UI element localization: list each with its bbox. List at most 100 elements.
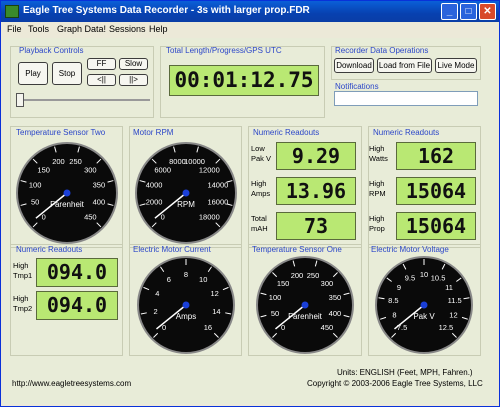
motor-current-gauge-unit-label: Amps bbox=[176, 312, 196, 321]
main-area: Playback Controls Play Stop FF Slow <|| … bbox=[3, 38, 497, 404]
temp-two-gauge-tick-label: 450 bbox=[84, 212, 97, 221]
motor-voltage-gauge-tick-label: 7.5 bbox=[397, 323, 407, 332]
motor-voltage-gauge-tick-label: 8.5 bbox=[388, 296, 398, 305]
motor-rpm-gauge: 0 2000 4000 6000 8000 10000 12000 14000 16000 180… bbox=[135, 142, 237, 244]
close-icon[interactable]: ✕ bbox=[479, 3, 496, 20]
motor-rpm-gauge-tick-label: 18000 bbox=[199, 212, 220, 221]
high-amps-label: High Amps bbox=[251, 179, 271, 198]
motor-voltage-title: Electric Motor Voltage bbox=[371, 245, 449, 254]
motor-current-gauge-tick-label: 4 bbox=[155, 289, 159, 298]
app-window: Eagle Tree Systems Data Recorder - 3s wi… bbox=[0, 0, 500, 407]
step-forward-button[interactable]: ||> bbox=[119, 74, 148, 86]
high-watts-readout: 162 bbox=[396, 142, 476, 170]
motor-rpm-gauge-tick-label: 14000 bbox=[207, 180, 228, 189]
high-tmp2-label: High Tmp2 bbox=[13, 294, 33, 313]
motor-voltage-gauge-tick-label: 11 bbox=[445, 283, 453, 292]
motor-rpm-gauge-tick-label: 2000 bbox=[146, 198, 163, 207]
playback-slider-thumb[interactable] bbox=[16, 93, 24, 107]
high-amps-readout: 13.96 bbox=[276, 177, 356, 205]
high-rpm-label: High RPM bbox=[369, 179, 386, 198]
notifications-title: Notifications bbox=[335, 82, 379, 91]
temp-one-gauge: 0 50 100 150 200 250 300 350 400 450 Farenheit bbox=[254, 256, 356, 354]
low-pak-v-label: Low Pak V bbox=[251, 144, 272, 163]
motor-rpm-gauge-dial: 0200040006000800010000120001400016000180… bbox=[135, 142, 237, 244]
motor-current-gauge: 0 2 4 6 8 10 12 14 16 Amps bbox=[135, 256, 237, 354]
motor-voltage-gauge-tick-label: 9 bbox=[397, 283, 401, 292]
title-bar: Eagle Tree Systems Data Recorder - 3s wi… bbox=[1, 1, 499, 22]
fast-forward-button[interactable]: FF bbox=[87, 58, 116, 70]
motor-rpm-gauge-hub bbox=[182, 189, 190, 197]
motor-rpm-gauge-tick-label: 4000 bbox=[146, 180, 163, 189]
temp-two-gauge-tick-label: 400 bbox=[93, 198, 106, 207]
website-link[interactable]: http://www.eagletreesystems.com bbox=[12, 379, 131, 388]
temp-one-gauge-tick-label: 400 bbox=[329, 309, 342, 318]
temp-one-gauge-tick-label: 100 bbox=[269, 293, 282, 302]
temp-two-gauge-tick-label: 150 bbox=[37, 166, 50, 175]
menu-tools[interactable]: Tools bbox=[28, 24, 49, 34]
menu-sessions[interactable]: Sessions bbox=[109, 24, 146, 34]
temp-two-gauge-dial: 050100150200 250300350400450Farenheit bbox=[16, 142, 118, 244]
motor-voltage-gauge-unit-label: Pak V bbox=[413, 312, 435, 321]
temp-one-gauge-tick-label: 450 bbox=[321, 323, 334, 332]
menu-file[interactable]: File bbox=[7, 24, 22, 34]
window-title: Eagle Tree Systems Data Recorder - 3s wi… bbox=[23, 5, 310, 16]
temp-one-title: Temperature Sensor One bbox=[252, 245, 342, 254]
temp-one-gauge-tick-label: 50 bbox=[271, 309, 279, 318]
high-prop-label: High Prop bbox=[369, 214, 385, 233]
motor-rpm-gauge-tick-label: 12000 bbox=[199, 166, 220, 175]
motor-current-gauge-dial: 0246810121416Amps bbox=[137, 256, 235, 354]
temp-two-gauge: 0 50 100 150 200 250 300 350 400 450 Farenheit bbox=[16, 142, 118, 244]
step-back-button[interactable]: <|| bbox=[87, 74, 116, 86]
temp-two-gauge-tick-label: 250 bbox=[69, 157, 82, 166]
play-button[interactable]: Play bbox=[18, 62, 48, 85]
motor-current-gauge-tick-label: 6 bbox=[167, 275, 171, 284]
playback-slider-track[interactable] bbox=[16, 99, 150, 101]
temp-one-gauge-dial: 050100150200 250300350400450Farenheit bbox=[256, 256, 354, 354]
menu-bar: File Tools Graph Data! Sessions Help bbox=[1, 22, 499, 38]
stop-button[interactable]: Stop bbox=[52, 62, 82, 85]
temp-two-title: Temperature Sensor Two bbox=[16, 128, 106, 137]
temp-one-gauge-tick-label: 150 bbox=[277, 279, 290, 288]
temp-two-gauge-hub bbox=[63, 189, 71, 197]
high-watts-label: High Watts bbox=[369, 144, 388, 163]
length-title: Total Length/Progress/GPS UTC bbox=[166, 46, 282, 55]
high-tmp1-readout: 094.0 bbox=[36, 258, 118, 287]
menu-help[interactable]: Help bbox=[149, 24, 168, 34]
motor-current-gauge-tick-label: 2 bbox=[154, 307, 158, 316]
load-from-file-button[interactable]: Load from File bbox=[377, 58, 432, 73]
motor-rpm-gauge-tick-label: 16000 bbox=[207, 198, 228, 207]
temp-one-gauge-tick-label: 200 bbox=[291, 271, 304, 280]
motor-voltage-gauge-tick-label: 12 bbox=[449, 311, 457, 320]
temp-one-gauge-tick-label: 250 bbox=[307, 271, 320, 280]
temp-two-gauge-tick-label: 350 bbox=[93, 180, 106, 189]
app-icon bbox=[5, 5, 19, 18]
temp-two-gauge-tick-label: 100 bbox=[29, 180, 42, 189]
minimize-icon[interactable]: _ bbox=[441, 3, 458, 20]
high-prop-readout: 15064 bbox=[396, 212, 476, 240]
motor-voltage-gauge-dial: 7.58 8.5 9 9.5 10 10.511 11.5 12 12.5 Pak V bbox=[375, 256, 473, 354]
menu-graph-data[interactable]: Graph Data! bbox=[57, 24, 106, 34]
motor-current-gauge-tick-label: 14 bbox=[212, 307, 220, 316]
length-readout: 00:01:12.75 bbox=[169, 65, 319, 96]
numeric-readouts-3-title: Numeric Readouts bbox=[16, 245, 83, 254]
motor-voltage-gauge-tick-label: 10 bbox=[420, 270, 428, 279]
recorder-title: Recorder Data Operations bbox=[335, 46, 429, 55]
copyright-text: Copyright © 2003-2006 Eagle Tree Systems… bbox=[307, 379, 483, 388]
temp-one-gauge-tick-label: 350 bbox=[329, 293, 342, 302]
temp-two-gauge-unit-label: Farenheit bbox=[50, 200, 85, 209]
motor-current-title: Electric Motor Current bbox=[133, 245, 211, 254]
motor-current-gauge-hub bbox=[182, 301, 190, 309]
download-button[interactable]: Download bbox=[334, 58, 374, 73]
slow-button[interactable]: Slow bbox=[119, 58, 148, 70]
motor-current-gauge-tick-label: 10 bbox=[199, 275, 207, 284]
motor-current-gauge-tick-label: 12 bbox=[210, 289, 218, 298]
live-mode-button[interactable]: Live Mode bbox=[435, 58, 477, 73]
temp-two-gauge-tick-label: 50 bbox=[31, 198, 39, 207]
low-pak-v-readout: 9.29 bbox=[276, 142, 356, 170]
total-mah-readout: 73 bbox=[276, 212, 356, 240]
motor-current-gauge-tick-label: 8 bbox=[184, 270, 188, 279]
temp-one-gauge-unit-label: Farenheit bbox=[288, 312, 323, 321]
motor-voltage-gauge-hub bbox=[420, 301, 428, 309]
maximize-icon[interactable]: □ bbox=[460, 3, 477, 20]
total-mah-label: Total mAH bbox=[251, 214, 268, 233]
